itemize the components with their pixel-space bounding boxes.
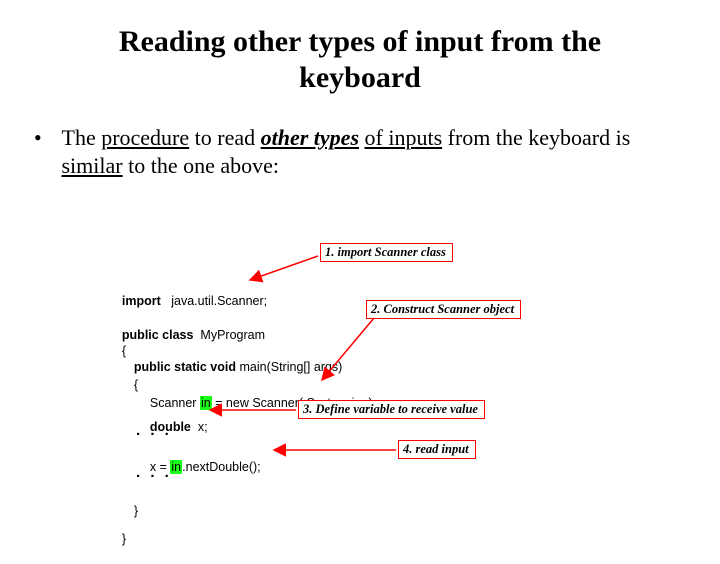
code-ellipsis-1: . . . [136,422,172,439]
t: java.util.Scanner; [161,294,267,308]
step-box-3: 3. Define variable to receive value [298,400,485,419]
code-line-10: } [108,518,126,560]
t: similar [62,153,123,178]
t: main(String[] args) [236,360,342,374]
t: of inputs [365,125,443,150]
title-line-2: keyboard [299,61,421,94]
t: MyProgram [193,328,265,342]
step-box-1: 1. import Scanner class [320,243,453,262]
code-ellipsis-2: . . . [136,464,172,481]
slide-title: Reading other types of input from the ke… [0,24,720,96]
bullet-dot: • [34,124,56,152]
t: to the one above: [123,153,279,178]
t: The [62,125,102,150]
title-line-1: Reading other types of input from the [119,25,601,58]
t: from the keyboard is [442,125,630,150]
t: x; [191,420,208,434]
brace-close: } [122,532,126,546]
t: procedure [101,125,189,150]
t: other types [261,125,359,150]
kw-public-class: public class [122,328,194,342]
step-box-2: 2. Construct Scanner object [366,300,521,319]
brace-close-2: } [134,504,138,518]
kw-psv: public static void [134,360,236,374]
bullet-text: The procedure to read other types of inp… [62,124,662,179]
kw-import: import [122,294,161,308]
t: .nextDouble(); [182,460,261,474]
step-box-4: 4. read input [398,440,476,459]
diagram-area: import java.util.Scanner; public class M… [108,240,668,550]
bullet-1: • The procedure to read other types of i… [34,124,720,179]
t: to read [189,125,260,150]
highlight-var-in-use: in [170,460,182,474]
